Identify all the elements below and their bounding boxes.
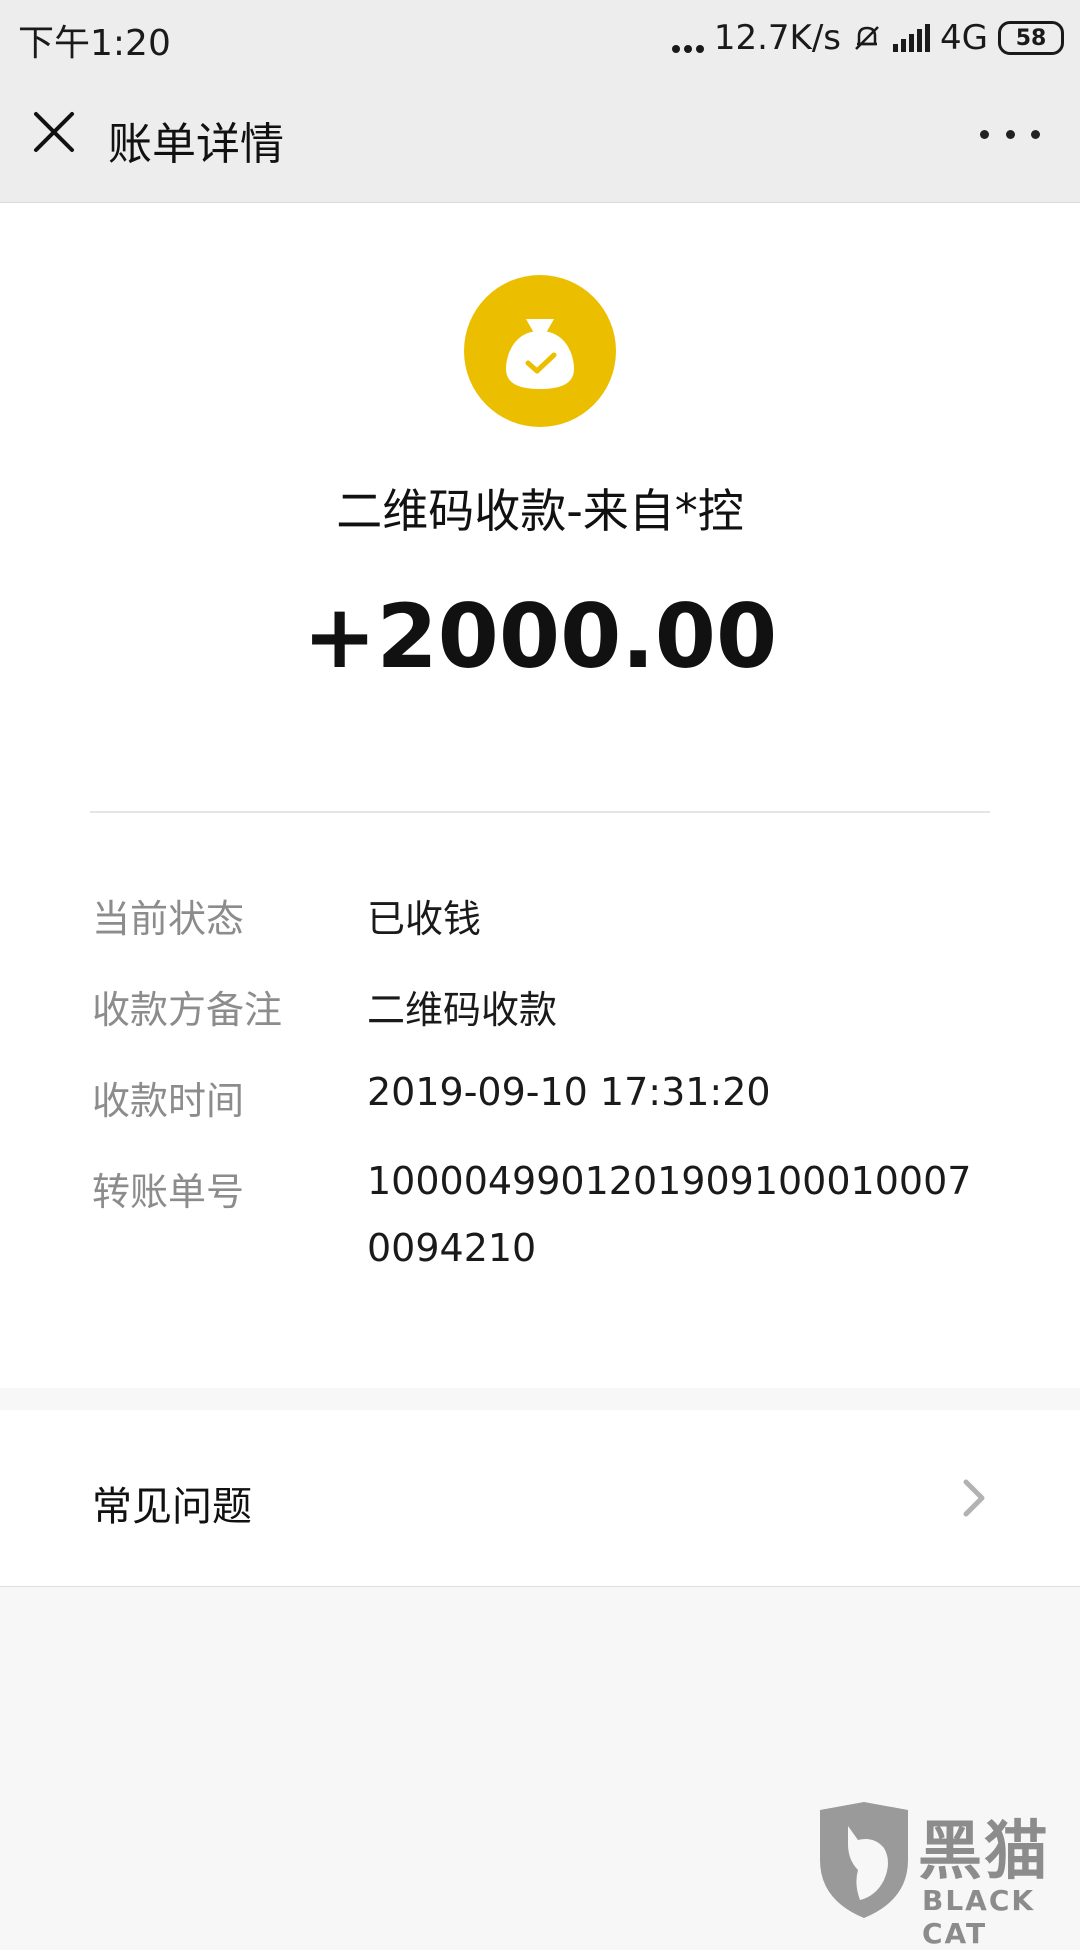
divider — [90, 811, 990, 813]
watermark-brand-cn: 黑猫 — [918, 1815, 1050, 1889]
transfer-id-label: 转账单号 — [92, 1170, 245, 1214]
status-time: 下午1:20 — [18, 23, 171, 64]
more-horizontal-icon — [980, 129, 989, 139]
more-dots-icon — [671, 23, 704, 53]
cat-shield-logo-icon — [820, 1802, 908, 1918]
faq-label: 常见问题 — [92, 1484, 252, 1530]
mute-bell-icon — [855, 26, 879, 50]
signal-icon — [893, 24, 931, 52]
bill-detail-card: 二维码收款-来自*控 +2000.00 当前状态 已收钱 收款方备注 二维码收款… — [0, 203, 1080, 1388]
title-bar: 账单详情 — [0, 76, 1080, 203]
receive-time-value: 2019-09-10 17:31:20 — [367, 1070, 771, 1114]
money-bag-check-icon — [464, 275, 616, 427]
status-bar: 下午1:20 12.7K/s 4G 58 — [0, 0, 1080, 76]
watermark-brand-en: BLACK CAT — [922, 1884, 1036, 1950]
chevron-right-icon — [963, 1479, 985, 1517]
page-title: 账单详情 — [108, 119, 284, 170]
network-speed: 12.7K/s — [713, 18, 842, 58]
transaction-title: 二维码收款-来自*控 — [336, 484, 744, 538]
more-options-button[interactable] — [980, 114, 1040, 154]
battery-icon: 58 — [998, 21, 1064, 55]
transfer-id-value: 10000499012019091000100070094210 — [367, 1159, 972, 1270]
status-value: 已收钱 — [367, 897, 482, 941]
black-cat-watermark: 黑猫 BLACK CAT — [810, 1800, 1080, 1950]
close-icon — [34, 112, 74, 152]
status-label: 当前状态 — [92, 897, 245, 941]
close-button[interactable] — [28, 106, 80, 158]
transaction-amount: +2000.00 — [302, 585, 778, 688]
receive-time-label: 收款时间 — [92, 1079, 245, 1123]
faq-row[interactable]: 常见问题 — [0, 1410, 1080, 1587]
payee-note-value: 二维码收款 — [367, 988, 558, 1032]
battery-level: 58 — [1015, 25, 1047, 51]
payee-note-label: 收款方备注 — [92, 988, 283, 1032]
network-type: 4G — [940, 18, 988, 58]
status-indicators: 12.7K/s 4G 58 — [671, 12, 1064, 64]
